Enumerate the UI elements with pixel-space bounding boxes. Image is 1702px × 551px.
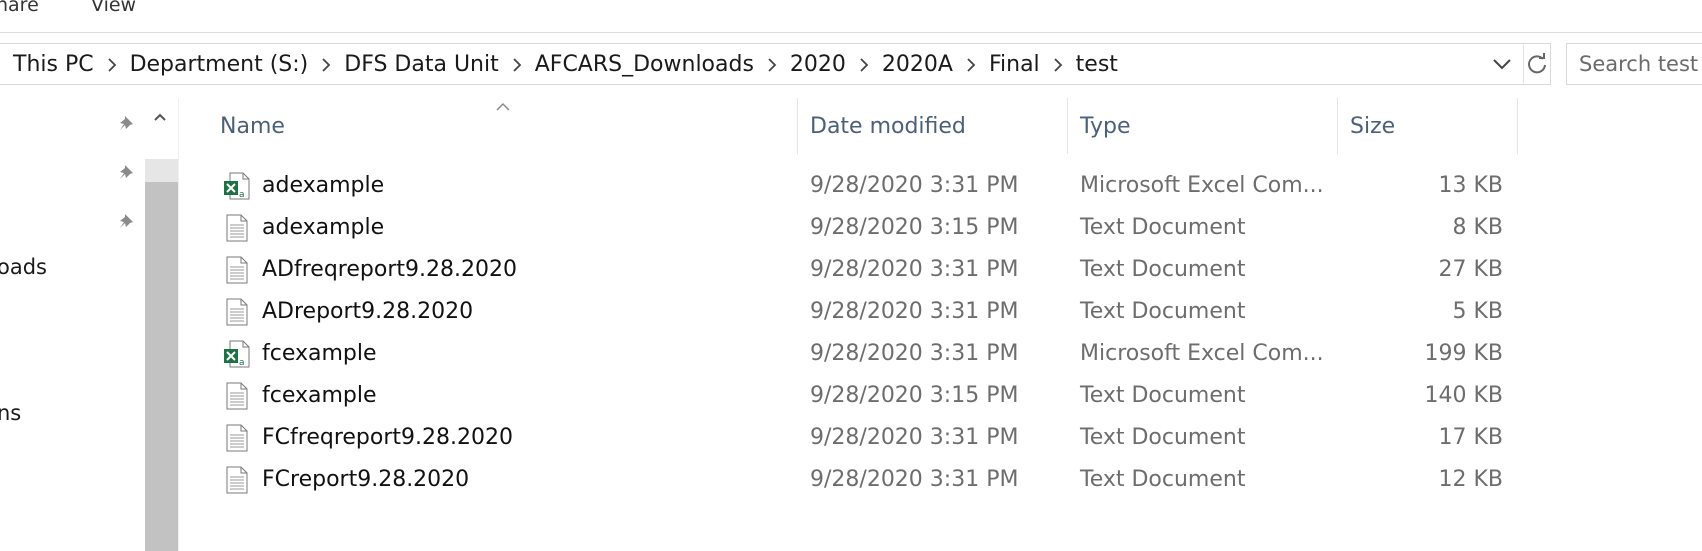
file-size: 199 KB xyxy=(1424,341,1503,366)
file-size: 17 KB xyxy=(1438,425,1503,450)
pane-divider xyxy=(178,98,179,551)
file-type: Text Document xyxy=(1080,215,1246,240)
file-row[interactable]: ADreport9.28.2020 9/28/2020 3:31 PM Text… xyxy=(210,291,1515,333)
file-row[interactable]: a fcexample 9/28/2020 3:31 PM Microsoft … xyxy=(210,333,1515,375)
chevron-right-icon[interactable] xyxy=(1041,55,1075,74)
breadcrumb: This PC Department (S:) DFS Data Unit AF… xyxy=(12,44,1119,84)
excel-file-icon: a xyxy=(224,340,250,368)
text-file-icon xyxy=(224,256,250,284)
file-name: fcexample xyxy=(262,341,377,366)
file-date-modified: 9/28/2020 3:31 PM xyxy=(810,257,1019,282)
pin-icon xyxy=(117,113,137,133)
text-file-icon xyxy=(224,214,250,242)
file-row[interactable]: FCfreqreport9.28.2020 9/28/2020 3:31 PM … xyxy=(210,417,1515,459)
breadcrumb-afcars-downloads[interactable]: AFCARS_Downloads xyxy=(534,52,755,77)
scrollbar-thumb[interactable] xyxy=(145,182,178,551)
column-header-name[interactable]: Name xyxy=(220,98,795,154)
file-date-modified: 9/28/2020 3:31 PM xyxy=(810,299,1019,324)
ribbon-tabs: hare View xyxy=(0,0,1702,33)
tab-share[interactable]: hare xyxy=(0,0,39,16)
address-bar[interactable]: This PC Department (S:) DFS Data Unit AF… xyxy=(0,43,1551,85)
file-name: FCfreqreport9.28.2020 xyxy=(262,425,513,450)
file-date-modified: 9/28/2020 3:15 PM xyxy=(810,215,1019,240)
file-size: 5 KB xyxy=(1452,299,1503,324)
pin-icon xyxy=(117,162,137,182)
file-date-modified: 9/28/2020 3:31 PM xyxy=(810,467,1019,492)
chevron-right-icon[interactable] xyxy=(95,55,129,74)
breadcrumb-final[interactable]: Final xyxy=(988,52,1041,77)
breadcrumb-dfs-data-unit[interactable]: DFS Data Unit xyxy=(343,52,499,77)
text-file-icon xyxy=(224,466,250,494)
column-separator[interactable] xyxy=(1517,98,1518,154)
chevron-right-icon[interactable] xyxy=(755,55,789,74)
column-header-size[interactable]: Size xyxy=(1350,98,1515,154)
file-row[interactable]: adexample 9/28/2020 3:15 PM Text Documen… xyxy=(210,207,1515,249)
svg-text:a: a xyxy=(239,358,245,368)
refresh-icon xyxy=(1528,53,1546,74)
column-separator[interactable] xyxy=(797,98,798,154)
column-header-date[interactable]: Date modified xyxy=(810,98,1065,154)
file-size: 13 KB xyxy=(1438,173,1503,198)
file-name: fcexample xyxy=(262,383,377,408)
file-name: FCreport9.28.2020 xyxy=(262,467,470,492)
file-date-modified: 9/28/2020 3:15 PM xyxy=(810,383,1019,408)
excel-file-icon: a xyxy=(224,172,250,200)
scroll-up-button[interactable] xyxy=(150,104,170,130)
file-type: Microsoft Excel Com... xyxy=(1080,341,1324,366)
text-file-icon xyxy=(224,382,250,410)
file-size: 27 KB xyxy=(1438,257,1503,282)
chevron-right-icon[interactable] xyxy=(954,55,988,74)
breadcrumb-2020[interactable]: 2020 xyxy=(789,52,847,77)
chevron-right-icon[interactable] xyxy=(500,55,534,74)
file-type: Microsoft Excel Com... xyxy=(1080,173,1324,198)
file-name: ADfreqreport9.28.2020 xyxy=(262,257,517,282)
column-separator[interactable] xyxy=(1067,98,1068,154)
tab-view[interactable]: View xyxy=(91,0,136,16)
breadcrumb-this-pc[interactable]: This PC xyxy=(12,52,95,77)
nav-item-downloads[interactable]: oads xyxy=(0,255,47,279)
file-row[interactable]: ADfreqreport9.28.2020 9/28/2020 3:31 PM … xyxy=(210,249,1515,291)
pin-icon xyxy=(117,211,137,231)
file-row[interactable]: a adexample 9/28/2020 3:31 PM Microsoft … xyxy=(210,165,1515,207)
file-date-modified: 9/28/2020 3:31 PM xyxy=(810,173,1019,198)
file-type: Text Document xyxy=(1080,425,1246,450)
file-type: Text Document xyxy=(1080,257,1246,282)
text-file-icon xyxy=(224,298,250,326)
file-size: 8 KB xyxy=(1452,215,1503,240)
file-size: 12 KB xyxy=(1438,467,1503,492)
file-date-modified: 9/28/2020 3:31 PM xyxy=(810,341,1019,366)
file-size: 140 KB xyxy=(1424,383,1503,408)
file-name: adexample xyxy=(262,215,385,240)
file-name: ADreport9.28.2020 xyxy=(262,299,474,324)
chevron-down-icon[interactable] xyxy=(1490,53,1514,75)
column-separator[interactable] xyxy=(1337,98,1338,154)
search-input[interactable]: Search test xyxy=(1566,43,1702,85)
file-row[interactable]: fcexample 9/28/2020 3:15 PM Text Documen… xyxy=(210,375,1515,417)
svg-text:a: a xyxy=(239,190,245,200)
file-name: adexample xyxy=(262,173,385,198)
refresh-button[interactable] xyxy=(1523,45,1550,83)
file-date-modified: 9/28/2020 3:31 PM xyxy=(810,425,1019,450)
text-file-icon xyxy=(224,424,250,452)
file-row[interactable]: FCreport9.28.2020 9/28/2020 3:31 PM Text… xyxy=(210,459,1515,501)
file-type: Text Document xyxy=(1080,299,1246,324)
breadcrumb-2020a[interactable]: 2020A xyxy=(881,52,954,77)
chevron-right-icon[interactable] xyxy=(309,55,343,74)
search-placeholder: Search test xyxy=(1579,52,1699,76)
column-header-type[interactable]: Type xyxy=(1080,98,1335,154)
chevron-right-icon[interactable] xyxy=(847,55,881,74)
nav-item-applications[interactable]: ns xyxy=(0,401,21,425)
breadcrumb-test[interactable]: test xyxy=(1075,52,1119,77)
file-type: Text Document xyxy=(1080,467,1246,492)
file-type: Text Document xyxy=(1080,383,1246,408)
breadcrumb-department[interactable]: Department (S:) xyxy=(129,52,310,77)
